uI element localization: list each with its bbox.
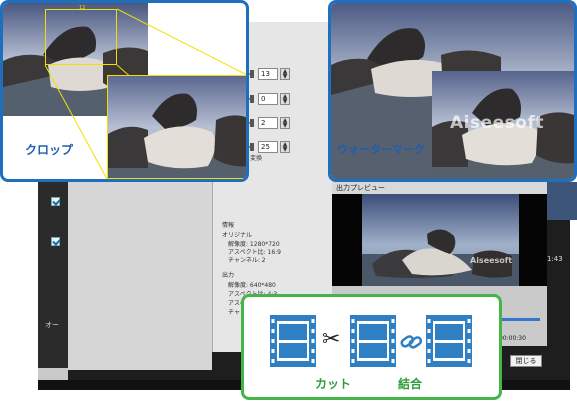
seek-bar[interactable] [500,318,540,321]
spinner-arrows-icon[interactable]: ▲ ▼ [280,93,290,105]
chain-link-icon [400,335,423,349]
info-out-res: 解像度: 640*480 [228,282,276,289]
file-list-strip [38,160,68,368]
watermark-label: ウォーターマーク [337,143,425,156]
spinner-arrows-icon[interactable]: ▲ ▼ [280,117,290,129]
crop-label: クロップ [25,143,74,157]
file-checkbox-1[interactable] [51,197,60,206]
cropped-result-photo [107,75,246,179]
crop-callout: 12 クロップ [0,0,249,182]
info-orig-channel: チャンネル: 2 [228,257,266,264]
file-list-panel [62,170,212,370]
setting-value-3[interactable]: 2 [258,117,278,129]
info-header: 情報 [222,222,235,229]
convert-label: 変換 [250,155,263,162]
merge-label: 結合 [398,377,423,391]
slider-knob[interactable] [250,70,254,78]
watermark-result-photo: Aiseesoft [432,71,574,179]
side-thumbnail [547,182,577,220]
spinner-arrows-icon[interactable]: ▲ ▼ [280,68,290,80]
setting-value-2[interactable]: 0 [258,93,278,105]
info-output: 出力 [222,272,235,279]
slider-knob[interactable] [250,95,254,103]
setting-value-1[interactable]: 13 [258,68,278,80]
info-original: オリジナル [222,232,253,239]
filmstrip-icon [426,315,472,367]
slider-knob[interactable] [250,143,254,151]
file-checkbox-2[interactable] [51,237,60,246]
close-button[interactable]: 閉じる [510,355,542,367]
preview-watermark: Aiseesoft [470,256,513,265]
scissors-icon: ✂ [322,327,341,352]
cut-label: カット [315,377,352,391]
cut-merge-callout: ✂ カット 結合 [241,294,502,400]
setting-value-4[interactable]: 25 [258,141,278,153]
filmstrip-icon [270,315,316,367]
slider-knob[interactable] [250,119,254,127]
spinner-arrows-icon[interactable]: ▲ ▼ [280,141,290,153]
time-right: 1:43 [547,255,563,263]
filmstrip-icon [350,315,396,367]
preview-image: Aiseesoft [362,194,519,286]
watermark-callout: Aiseesoft ウォーターマーク [328,0,577,182]
output-preview-label: 出力プレビュー [332,182,547,194]
aiseesoft-watermark: Aiseesoft [450,113,544,133]
order-text: オー [45,321,59,329]
